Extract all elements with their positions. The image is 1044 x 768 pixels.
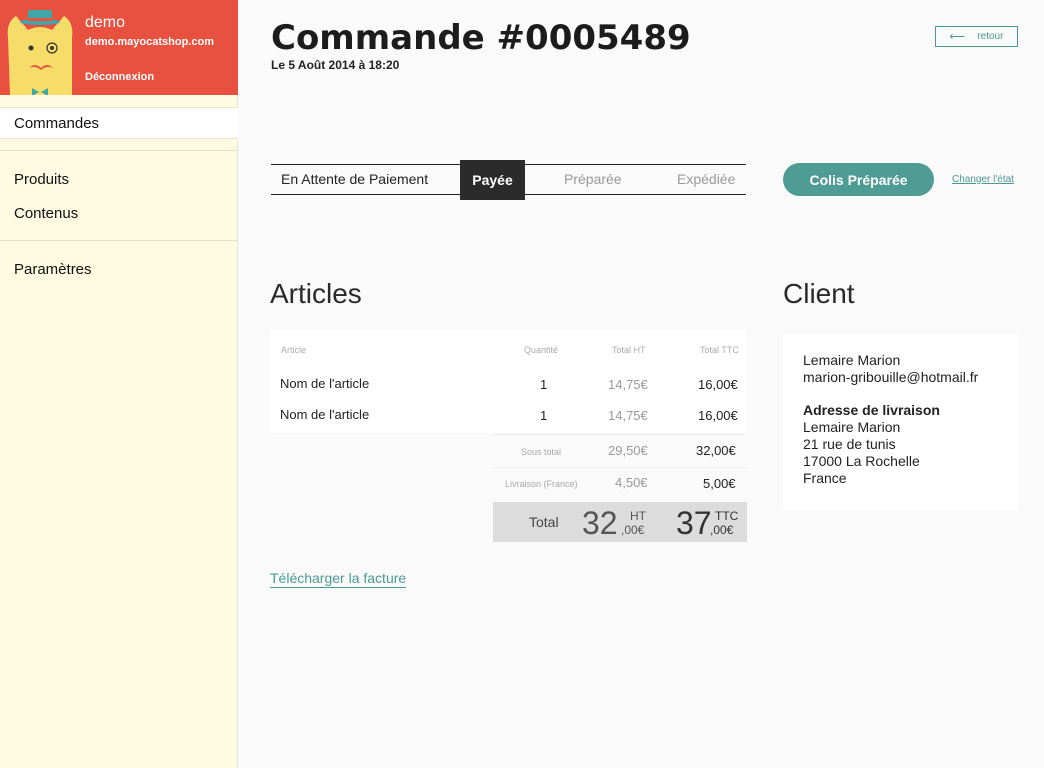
article-ht: 14,75€ — [608, 408, 648, 423]
article-name: Nom de l'article — [280, 376, 370, 391]
subtotal-ht: 29,50€ — [608, 443, 648, 458]
subtotal-ttc: 32,00€ — [696, 443, 736, 458]
shipping-row: Livraison (France) 4,50€ 5,00€ — [493, 467, 747, 500]
arrow-left-icon: ⟵ — [949, 31, 966, 43]
shipping-name: Lemaire Marion — [803, 419, 901, 435]
status-shipped[interactable]: Expédiée — [677, 165, 735, 194]
total-ttc-amount: 37 — [676, 505, 712, 541]
page-title: Commande #0005489 — [271, 18, 691, 58]
article-name: Nom de l'article — [280, 407, 370, 422]
column-header-article: Article — [281, 345, 307, 355]
article-qty: 1 — [540, 408, 548, 423]
article-ttc: 16,00€ — [698, 408, 738, 423]
nav-divider — [0, 150, 237, 151]
nav-item-settings[interactable]: Paramètres — [14, 261, 92, 278]
nav-item-orders[interactable]: Commandes — [14, 115, 99, 132]
subtotal-row: Sous total 29,50€ 32,00€ — [493, 434, 747, 467]
mark-prepared-button[interactable]: Colis Préparée — [783, 163, 934, 196]
subtotal-label: Sous total — [521, 447, 562, 457]
mascot-cat-logo — [7, 10, 73, 95]
status-awaiting-payment[interactable]: En Attente de Paiement — [281, 165, 428, 194]
column-header-total-ht: Total HT — [612, 345, 646, 355]
download-invoice-link[interactable]: Télécharger la facture — [270, 570, 407, 588]
shipping-ht: 4,50€ — [615, 475, 648, 490]
client-heading: Client — [783, 278, 855, 309]
shipping-country: France — [803, 470, 847, 486]
nav-item-contents[interactable]: Contenus — [14, 205, 78, 222]
client-name: Lemaire Marion — [803, 352, 901, 368]
back-button-label: retour — [977, 31, 1004, 42]
shop-name: demo — [85, 14, 126, 31]
shop-url[interactable]: demo.mayocatshop.com — [85, 36, 214, 48]
client-email[interactable]: marion-gribouille@hotmail.fr — [803, 369, 978, 385]
column-header-total-ttc: Total TTC — [700, 345, 739, 355]
shipping-city: 17000 La Rochelle — [803, 453, 920, 469]
total-ht-suffix: HT — [630, 509, 646, 523]
shipping-label: Livraison (France) — [505, 479, 578, 489]
status-paid-active[interactable]: Payée — [460, 160, 525, 200]
article-qty: 1 — [540, 377, 548, 392]
nav-divider — [0, 240, 237, 241]
articles-heading: Articles — [270, 278, 362, 309]
article-ttc: 16,00€ — [698, 377, 738, 392]
articles-table: Article Quantité Total HT Total TTC Nom … — [270, 330, 746, 433]
shop-header: demo demo.mayocatshop.com Déconnexion — [0, 0, 238, 95]
logout-link[interactable]: Déconnexion — [85, 71, 154, 83]
grand-total: Total 32 HT ,00€ 37 TTC ,00€ — [493, 502, 747, 542]
shipping-street: 21 rue de tunis — [803, 436, 896, 452]
nav-item-products[interactable]: Produits — [14, 171, 69, 188]
total-ttc-suffix: TTC — [715, 509, 739, 523]
total-ht-decimals: ,00€ — [621, 523, 645, 537]
column-header-quantity: Quantité — [524, 345, 559, 355]
sidebar: demo demo.mayocatshop.com Déconnexion Co… — [0, 0, 238, 768]
shipping-address-heading: Adresse de livraison — [803, 402, 940, 418]
total-label: Total — [529, 514, 559, 530]
order-date: Le 5 Août 2014 à 18:20 — [271, 58, 400, 72]
client-card: Lemaire Marion marion-gribouille@hotmail… — [783, 334, 1018, 510]
back-button[interactable]: ⟵ retour — [935, 26, 1018, 47]
total-ttc-decimals: ,00€ — [710, 523, 734, 537]
shipping-ttc: 5,00€ — [703, 476, 736, 491]
change-state-link[interactable]: Changer l'état — [952, 174, 1014, 185]
article-ht: 14,75€ — [608, 377, 648, 392]
status-prepared[interactable]: Préparée — [564, 165, 622, 194]
total-ht-amount: 32 — [582, 505, 618, 541]
